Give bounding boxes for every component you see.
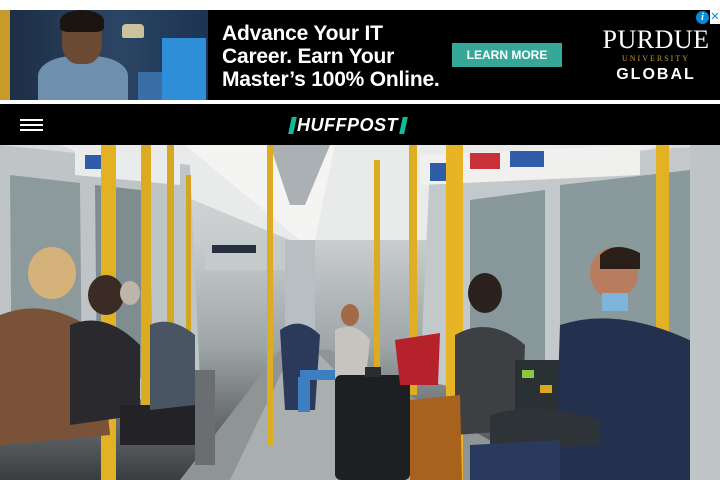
ad-close-icon[interactable]: ✕: [710, 10, 720, 24]
ad-photo: [10, 10, 208, 100]
huffpost-logo[interactable]: HUFFPOST: [288, 114, 408, 136]
ad-headline: Advance Your IT Career. Earn Your Master…: [222, 22, 442, 91]
ad-headline-line: Career. Earn Your: [222, 45, 395, 68]
ad-banner[interactable]: Advance Your IT Career. Earn Your Master…: [0, 10, 720, 100]
ad-headline-line: Master’s 100% Online.: [222, 68, 440, 91]
learn-more-button[interactable]: LEARN MORE: [452, 43, 562, 67]
ad-headline-line: Advance Your IT: [222, 22, 383, 45]
ad-brand-subline: UNIVERSITY: [622, 54, 690, 63]
ad-brand-logo: PURDUE: [602, 25, 710, 54]
hero-image: [0, 145, 720, 480]
logo-text: HUFFPOST: [297, 114, 398, 135]
hamburger-menu-icon[interactable]: [20, 116, 44, 134]
site-header: HUFFPOST: [0, 104, 720, 145]
ad-brand-global: GLOBAL: [616, 66, 696, 83]
tube-carriage-photo: [0, 145, 720, 480]
ad-info-icon[interactable]: i: [696, 11, 709, 24]
ad-accent-bar: [0, 10, 10, 100]
